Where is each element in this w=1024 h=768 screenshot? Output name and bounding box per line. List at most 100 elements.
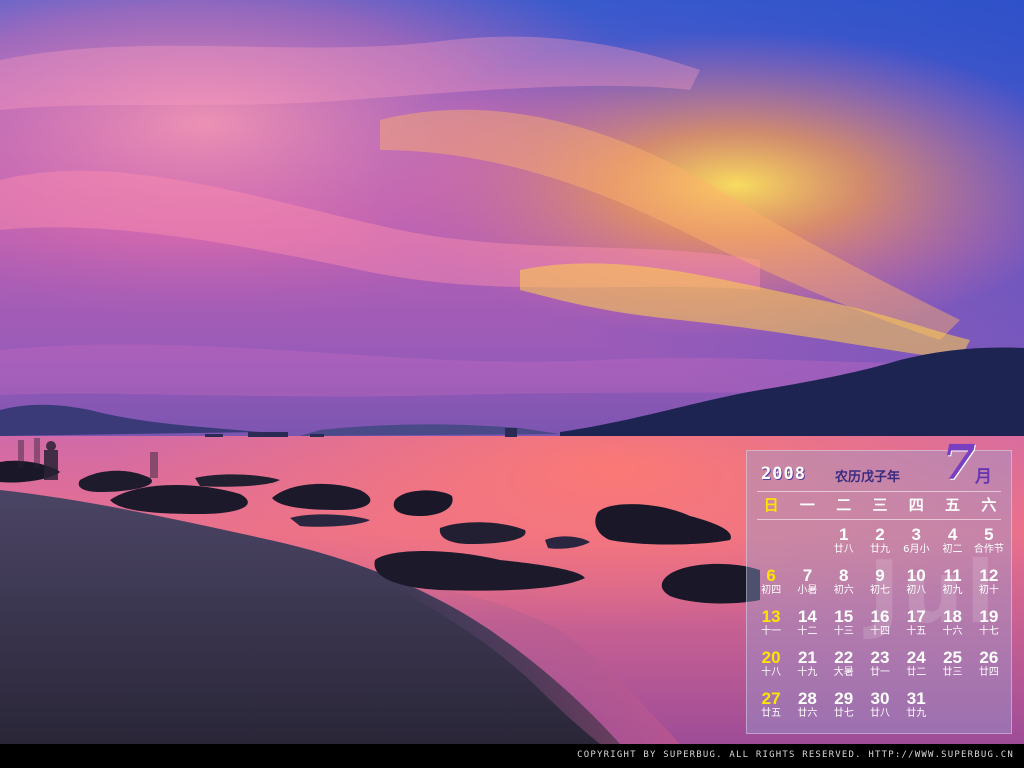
lunar-date: 小暑 [797,585,818,596]
day-number: 6 [766,566,776,585]
calendar-week-row: 27 廿五 28 廿六 29 廿七 30 廿八 31 廿九 [753,687,1007,728]
day-number [934,687,970,690]
calendar-day-cell: 22 大暑 [826,646,862,687]
calendar-day-cell: 20 十八 [753,646,789,687]
lunar-date: 廿八 [869,708,890,719]
calendar-day-cell: 24 廿二 [898,646,934,687]
calendar-widget: Jul 2008 农历戊子年 7 月 日 一 二 三 四 五 六 1 廿八 2 廿九 3… [746,435,1012,734]
lunar-date: 廿一 [869,667,890,678]
calendar-day-cell: 10 初八 [898,564,934,605]
lunar-date: 廿五 [761,708,782,719]
day-number: 18 [943,607,962,626]
lunar-date: 十九 [797,667,818,678]
copyright-text: COPYRIGHT BY SUPERBUG. ALL RIGHTS RESERV… [577,750,1014,760]
weekday-sun: 日 [763,496,779,514]
calendar-day-cell: 14 十二 [789,605,825,646]
lunar-date: 廿二 [906,667,927,678]
calendar-day-cell: 1 廿八 [826,523,862,564]
day-number: 8 [838,566,849,585]
calendar-week-row: 1 廿八 2 廿九 3 6月小 4 初二 5 合作节 [753,523,1007,564]
day-number: 2 [875,525,885,544]
calendar-day-cell [789,523,825,564]
calendar-week-row: 6 初四 7 小暑 8 初六 9 初七 10 初八 11 初九 12 初十 [753,564,1007,605]
calendar-day-cell: 13 十一 [753,605,789,646]
calendar-day-cell: 16 十四 [862,605,898,646]
calendar-day-cell: 3 6月小 [898,523,934,564]
calendar-day-cell: 19 十七 [971,605,1007,646]
lunar-date: 十五 [906,626,927,637]
weekday-fri: 五 [945,496,961,514]
calendar-day-cell [753,523,789,564]
day-number: 23 [870,648,890,667]
lunar-date: 大暑 [833,667,854,678]
calendar-day-cell: 9 初七 [862,564,898,605]
weekday-sat: 六 [981,496,997,514]
calendar-day-cell [971,687,1007,728]
day-number: 7 [802,566,813,585]
lunar-date: 初六 [833,585,854,596]
calendar-day-cell: 29 廿七 [826,687,862,728]
lunar-year-label: 农历戊子年 [835,470,901,485]
calendar-day-cell: 6 初四 [753,564,789,605]
footer-bar: COPYRIGHT BY SUPERBUG. ALL RIGHTS RESERV… [0,744,1024,768]
lunar-date: 6月小 [903,544,930,555]
lunar-date: 初七 [869,585,890,596]
calendar-day-cell: 18 十六 [934,605,970,646]
day-number: 10 [906,566,926,585]
day-number: 19 [979,607,999,626]
calendar-header: 2008 农历戊子年 7 月 [747,435,1011,491]
day-number: 25 [943,648,962,667]
day-number: 9 [875,566,885,585]
day-number: 3 [911,525,921,544]
lunar-date: 廿九 [906,708,927,719]
weekday-divider [757,519,1001,520]
lunar-date: 合作节 [973,544,1004,555]
lunar-date: 初八 [906,585,927,596]
lunar-date: 廿八 [833,544,854,555]
month-unit: 月 [975,467,992,487]
day-number: 16 [870,607,890,626]
calendar-day-cell: 31 廿九 [898,687,934,728]
lunar-date: 廿四 [978,667,999,678]
lunar-date: 十七 [978,626,999,637]
calendar-day-cell: 15 十三 [826,605,862,646]
weekday-wed: 三 [872,496,888,514]
day-number: 11 [943,566,962,585]
calendar-day-cell: 8 初六 [826,564,862,605]
lunar-date: 廿六 [797,708,818,719]
lunar-date: 十三 [833,626,854,637]
day-number: 17 [906,607,926,626]
lunar-date: 廿七 [833,708,854,719]
lunar-date: 十一 [761,626,782,637]
weekday-mon: 一 [799,496,815,514]
day-number: 31 [906,689,926,708]
lunar-date: 初二 [942,544,963,555]
day-number [971,687,1007,690]
lunar-date: 初九 [942,585,963,596]
calendar-day-cell: 5 合作节 [971,523,1007,564]
lunar-date: 初十 [978,585,999,596]
day-number: 26 [979,648,999,667]
lunar-date: 十六 [942,626,963,637]
day-number: 22 [834,648,854,667]
calendar-week-row: 20 十八 21 十九 22 大暑 23 廿一 24 廿二 25 廿三 26 廿四 [753,646,1007,687]
month-number: 7 [942,435,976,491]
day-number: 28 [797,689,817,708]
calendar-day-cell: 7 小暑 [789,564,825,605]
lunar-date: 十四 [869,626,890,637]
weekday-thu: 四 [908,496,924,514]
calendar-day-cell [934,687,970,728]
day-number: 15 [834,607,854,626]
day-number: 4 [947,525,958,544]
day-number: 13 [761,607,781,626]
lunar-date: 十二 [797,626,818,637]
day-number: 12 [979,566,999,585]
header-divider [757,491,1001,492]
calendar-day-cell: 11 初九 [934,564,970,605]
calendar-day-cell: 17 十五 [898,605,934,646]
lunar-date: 十八 [761,667,782,678]
day-number: 29 [834,689,854,708]
calendar-day-cell: 26 廿四 [971,646,1007,687]
calendar-week-row: 13 十一 14 十二 15 十三 16 十四 17 十五 18 十六 19 十七 [753,605,1007,646]
calendar-day-cell: 4 初二 [934,523,970,564]
